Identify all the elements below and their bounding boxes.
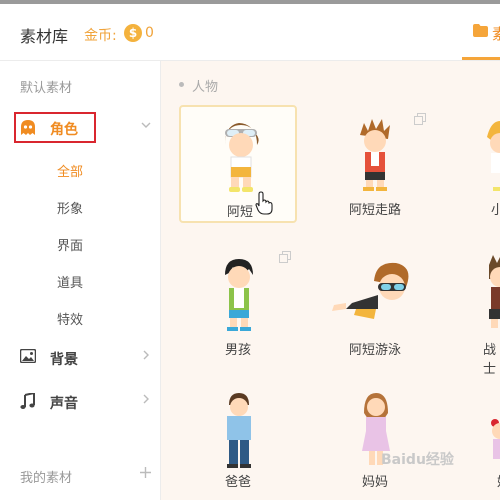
character-thumbnail: [489, 255, 500, 328]
sidebar-item-label: 声音: [50, 396, 78, 412]
coin-icon: $: [124, 24, 142, 42]
music-note-icon: [20, 393, 35, 409]
copy-icon[interactable]: [279, 251, 291, 263]
chevron-right-icon[interactable]: [140, 393, 152, 405]
asset-card-partial[interactable]: 小: [453, 105, 500, 223]
folder-icon: [473, 24, 488, 37]
coin-count: 0: [145, 25, 154, 41]
card-label: 战士: [483, 343, 497, 377]
tab-label: 素: [492, 25, 500, 43]
card-label: 阿短: [226, 205, 253, 220]
sub-item-figures[interactable]: 形象: [57, 198, 83, 217]
sidebar: 默认素材 角色 全部 形象 界面 道具 特效 背景 声音 我的素材: [0, 61, 161, 500]
tab-my-assets[interactable]: 素: [462, 4, 500, 60]
character-thumbnail: [225, 259, 253, 331]
character-thumbnail: [227, 393, 251, 468]
card-label: 男孩: [224, 343, 251, 358]
sidebar-item-sounds[interactable]: 声音: [0, 387, 160, 417]
asset-card-mom[interactable]: 妈妈: [316, 381, 434, 499]
app-title: 素材库: [20, 27, 69, 46]
default-assets-caption: 默认素材: [20, 81, 73, 96]
asset-card-warrior[interactable]: 战士: [453, 245, 500, 377]
card-label: 妈妈: [361, 475, 388, 490]
asset-card-dad[interactable]: 爸爸: [179, 381, 297, 499]
character-thumbnail: [332, 262, 409, 319]
add-icon[interactable]: [139, 466, 152, 479]
active-tab-underline: [462, 57, 500, 60]
watermark-text: Baidu经验: [381, 452, 454, 468]
section-bullet: [179, 82, 184, 87]
copy-icon[interactable]: [414, 113, 426, 125]
card-label: 小: [491, 203, 500, 218]
my-assets-caption: 我的素材: [20, 471, 73, 486]
character-thumbnail: [487, 121, 500, 191]
asset-card-sister[interactable]: 妹: [453, 381, 500, 499]
image-icon: [20, 349, 36, 363]
character-thumbnail: [225, 123, 259, 192]
sub-item-effects[interactable]: 特效: [57, 309, 83, 328]
chevron-right-icon[interactable]: [140, 349, 152, 361]
card-label: 爸爸: [224, 475, 251, 490]
chevron-down-icon[interactable]: [140, 119, 152, 131]
section-title: 人物: [192, 80, 219, 95]
card-label: 阿短走路: [348, 203, 401, 218]
header-bar: 素材库 金币: $ 0 素: [0, 4, 500, 61]
sidebar-item-label: 背景: [50, 352, 78, 368]
hand-cursor-icon: [255, 191, 273, 215]
asset-card-ahduan[interactable]: 阿短: [179, 105, 297, 223]
character-thumbnail: [360, 119, 390, 191]
sidebar-item-backgrounds[interactable]: 背景: [0, 343, 160, 373]
card-label: 阿短游泳: [348, 343, 401, 358]
sub-item-props[interactable]: 道具: [57, 272, 83, 291]
asset-card-swimming[interactable]: 阿短游泳: [316, 245, 434, 363]
sub-item-interface[interactable]: 界面: [57, 235, 83, 254]
highlight-annotation-box: [14, 112, 96, 143]
asset-grid: 人物 阿短 阿短走路 小 男孩 阿短游泳 战士 爸爸 妈妈 Baidu经验: [161, 61, 500, 500]
sub-item-all[interactable]: 全部: [57, 161, 83, 180]
coin-label: 金币:: [84, 28, 117, 44]
character-thumbnail: [491, 419, 500, 459]
